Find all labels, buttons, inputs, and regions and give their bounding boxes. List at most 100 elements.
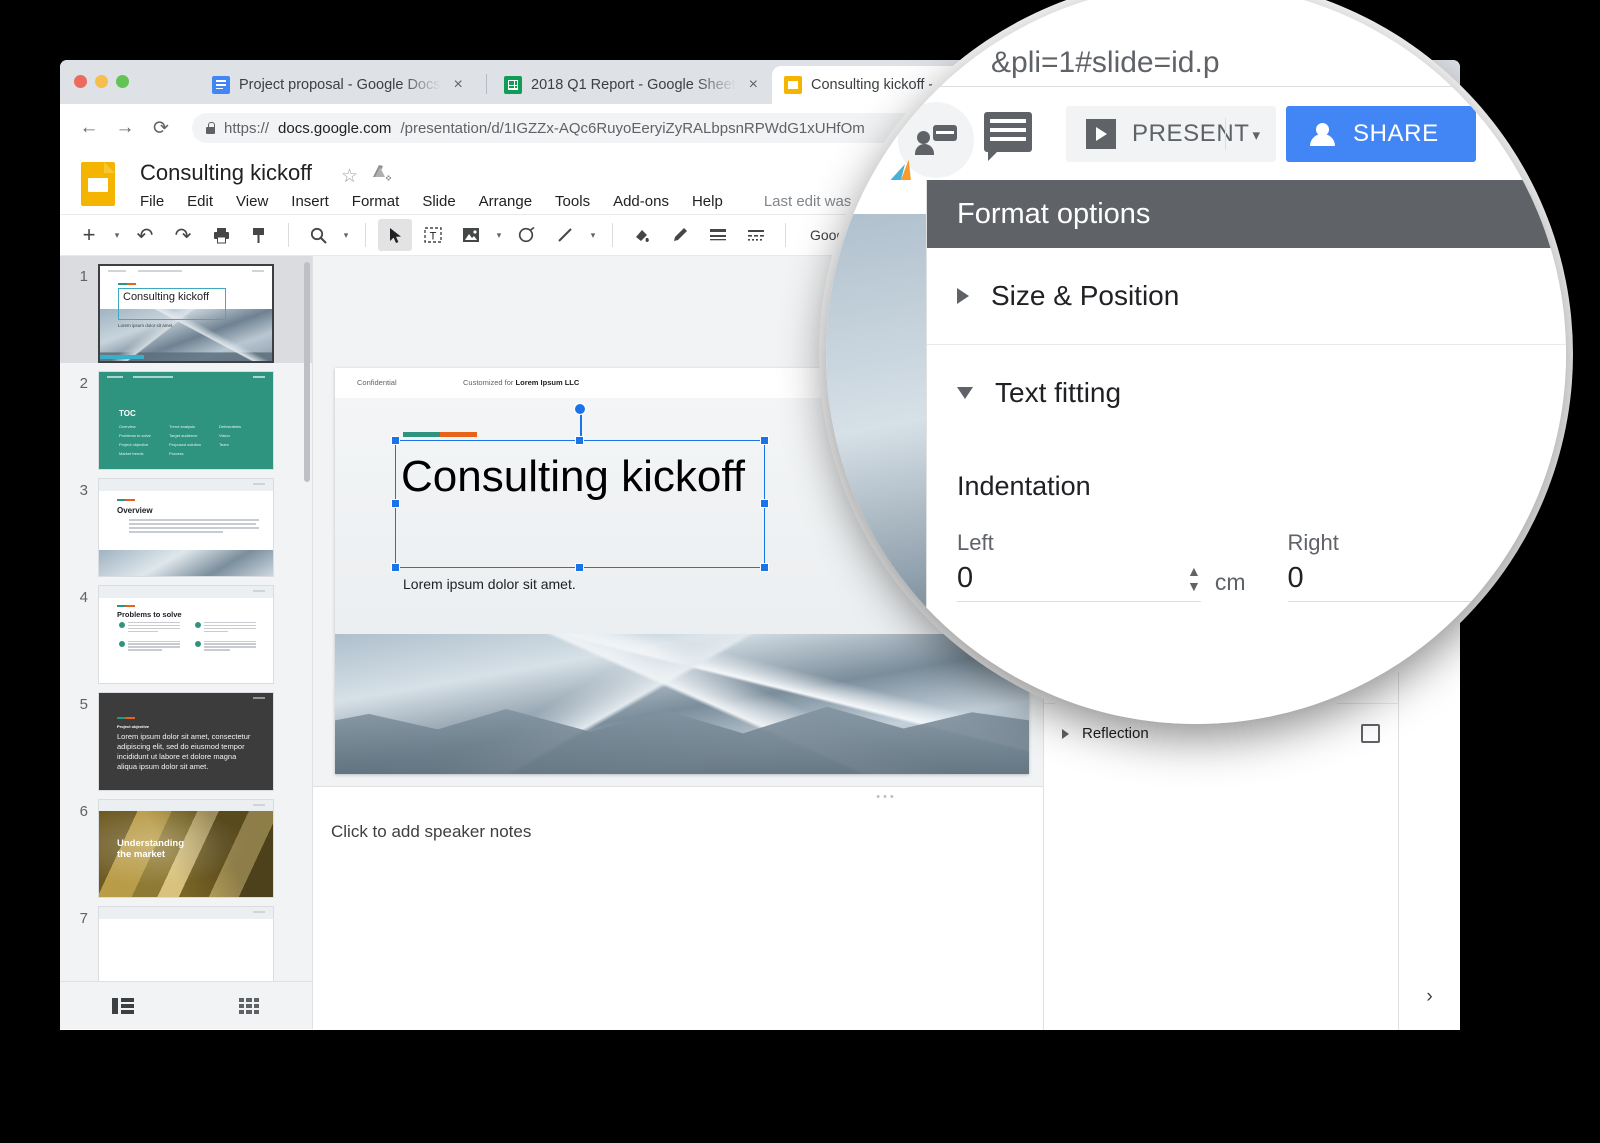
back-icon[interactable]: ←	[74, 113, 104, 143]
browser-tab-sheets[interactable]: 2018 Q1 Report - Google Sheets ×	[492, 66, 770, 104]
star-icon[interactable]: ☆	[341, 165, 358, 188]
image-icon[interactable]	[454, 219, 488, 251]
magnified-chat-icon[interactable]	[984, 112, 1032, 152]
rotation-handle[interactable]	[574, 403, 586, 415]
resize-handle-e[interactable]	[760, 499, 769, 508]
lock-icon	[206, 122, 215, 134]
magnified-indent-right-input[interactable]: 0 ▲▼	[1288, 562, 1532, 602]
unit-label: cm	[1545, 569, 1566, 602]
slide-thumbnail[interactable]: Understanding the market	[98, 799, 274, 898]
slide-subtitle-text[interactable]: Lorem ipsum dolor sit amet.	[403, 576, 576, 592]
menu-format[interactable]: Format	[352, 193, 400, 210]
resize-handle-s[interactable]	[575, 563, 584, 572]
magnified-indent-left-input[interactable]: 0 ▲▼	[957, 562, 1201, 602]
divider	[288, 223, 289, 247]
resize-handle-sw[interactable]	[391, 563, 400, 572]
filmstrip-slide-1[interactable]: 1 Consulting kickoff Lorem ipsum dolor s…	[60, 256, 312, 363]
filmstrip-view-button[interactable]	[60, 998, 186, 1014]
resize-handle-ne[interactable]	[760, 436, 769, 445]
menu-slide[interactable]: Slide	[422, 193, 455, 210]
spin-up-icon[interactable]: ▲	[1517, 565, 1531, 577]
print-icon[interactable]	[204, 219, 238, 251]
menu-add-ons[interactable]: Add-ons	[613, 193, 669, 210]
chevron-down-icon[interactable]: ▾	[339, 230, 353, 241]
border-color-icon[interactable]	[663, 219, 697, 251]
menu-tools[interactable]: Tools	[555, 193, 590, 210]
view-switcher	[60, 981, 312, 1029]
paint-format-icon[interactable]	[242, 219, 276, 251]
slide-thumbnail[interactable]: Problems to solve	[98, 585, 274, 684]
minimize-window-button[interactable]	[95, 75, 108, 88]
browser-tab-docs[interactable]: Project proposal - Google Docs ×	[200, 66, 490, 104]
maximize-window-button[interactable]	[116, 75, 129, 88]
cursor-icon[interactable]	[378, 219, 412, 251]
chevron-down-icon[interactable]: ▾	[1252, 126, 1260, 144]
magnified-section-text-fitting[interactable]: Text fitting	[927, 345, 1566, 441]
url-path: /presentation/d/1IGZZx-AQc6RuyoEeryiZyRA…	[400, 120, 864, 137]
spin-down-icon[interactable]: ▼	[1187, 580, 1201, 592]
fill-color-icon[interactable]	[625, 219, 659, 251]
close-window-button[interactable]	[74, 75, 87, 88]
selection-frame[interactable]	[395, 440, 765, 568]
menu-help[interactable]: Help	[692, 193, 723, 210]
chevron-down-icon[interactable]: ▾	[110, 230, 124, 241]
line-icon[interactable]	[548, 219, 582, 251]
magnified-section-size-position[interactable]: Size & Position	[927, 248, 1566, 345]
textbox-icon[interactable]: T	[416, 219, 450, 251]
resize-handle-se[interactable]	[760, 563, 769, 572]
thumb-header	[99, 800, 273, 811]
document-title[interactable]: Consulting kickoff	[140, 160, 312, 186]
grid-view-button[interactable]	[186, 998, 312, 1014]
menu-insert[interactable]: Insert	[291, 193, 329, 210]
filmstrip-slide-3[interactable]: 3 Overview	[60, 470, 312, 577]
resize-handle-n[interactable]	[575, 436, 584, 445]
magnified-address-bar[interactable]: &pli=1#slide=id.p ‣ e Slid	[826, 40, 1566, 84]
slide-thumbnail[interactable]: Consulting kickoff Lorem ipsum dolor sit…	[98, 264, 274, 363]
filmstrip-slide-2[interactable]: 2 TOC Overview Trend analysis Deliverabl…	[60, 363, 312, 470]
redo-button[interactable]: ↷	[166, 219, 200, 251]
stepper-arrows[interactable]: ▲▼	[1517, 565, 1531, 592]
slide-filmstrip[interactable]: 1 Consulting kickoff Lorem ipsum dolor s…	[60, 256, 313, 1029]
magnified-share-button[interactable]: SHARE	[1286, 106, 1476, 162]
close-icon[interactable]: ×	[450, 77, 467, 93]
close-icon[interactable]: ×	[1556, 197, 1566, 231]
slide-thumbnail[interactable]: Overview	[98, 478, 274, 577]
border-weight-icon[interactable]	[701, 219, 735, 251]
resize-handle-nw[interactable]	[391, 436, 400, 445]
present-label[interactable]: PRESENT	[1132, 120, 1250, 148]
accent-orange	[440, 432, 477, 437]
magnified-tab-title-tail: e Slid	[826, 80, 881, 106]
stepper-arrows[interactable]: ▲▼	[1187, 565, 1201, 592]
slide-thumbnail[interactable]: Project objective Lorem ipsum dolor sit …	[98, 692, 274, 791]
spin-up-icon[interactable]: ▲	[1187, 565, 1201, 577]
slide-thumbnail[interactable]: TOC Overview Trend analysis Deliverables…	[98, 371, 274, 470]
filmstrip-slide-4[interactable]: 4 Problems to solve	[60, 577, 312, 684]
spin-down-icon[interactable]: ▼	[1517, 580, 1531, 592]
chevron-down-icon[interactable]: ▾	[586, 230, 600, 241]
filmstrip-slide-6[interactable]: 6 Understanding the market	[60, 791, 312, 898]
forward-icon[interactable]: →	[110, 113, 140, 143]
undo-button[interactable]: ↶	[128, 219, 162, 251]
zoom-icon[interactable]	[301, 219, 335, 251]
menu-edit[interactable]: Edit	[187, 193, 213, 210]
magnified-format-options-panel: Format options × Size & Position Text fi…	[926, 180, 1566, 724]
reflection-checkbox[interactable]	[1361, 724, 1380, 743]
thumb-subtitle: Lorem ipsum dolor sit amet.	[118, 323, 174, 328]
menu-file[interactable]: File	[140, 193, 164, 210]
new-slide-button[interactable]: +	[72, 219, 106, 251]
reload-icon[interactable]: ⟳	[146, 113, 176, 143]
slide-number: 7	[66, 906, 88, 927]
filmstrip-slide-5[interactable]: 5 Project objective Lorem ipsum dolor si…	[60, 684, 312, 791]
filmstrip-scrollbar[interactable]	[304, 262, 310, 482]
chevron-down-icon[interactable]: ▾	[492, 230, 506, 241]
panel-title: Format options	[957, 198, 1150, 231]
menu-arrange[interactable]: Arrange	[479, 193, 532, 210]
resize-handle-w[interactable]	[391, 499, 400, 508]
toc-item: Proposed solution	[169, 442, 213, 447]
menu-view[interactable]: View	[236, 193, 268, 210]
close-icon[interactable]: ×	[745, 77, 762, 93]
drive-icon[interactable]	[372, 164, 392, 186]
expand-rail-button[interactable]: ›	[1399, 986, 1460, 1008]
shape-icon[interactable]	[510, 219, 544, 251]
border-dash-icon[interactable]	[739, 219, 773, 251]
